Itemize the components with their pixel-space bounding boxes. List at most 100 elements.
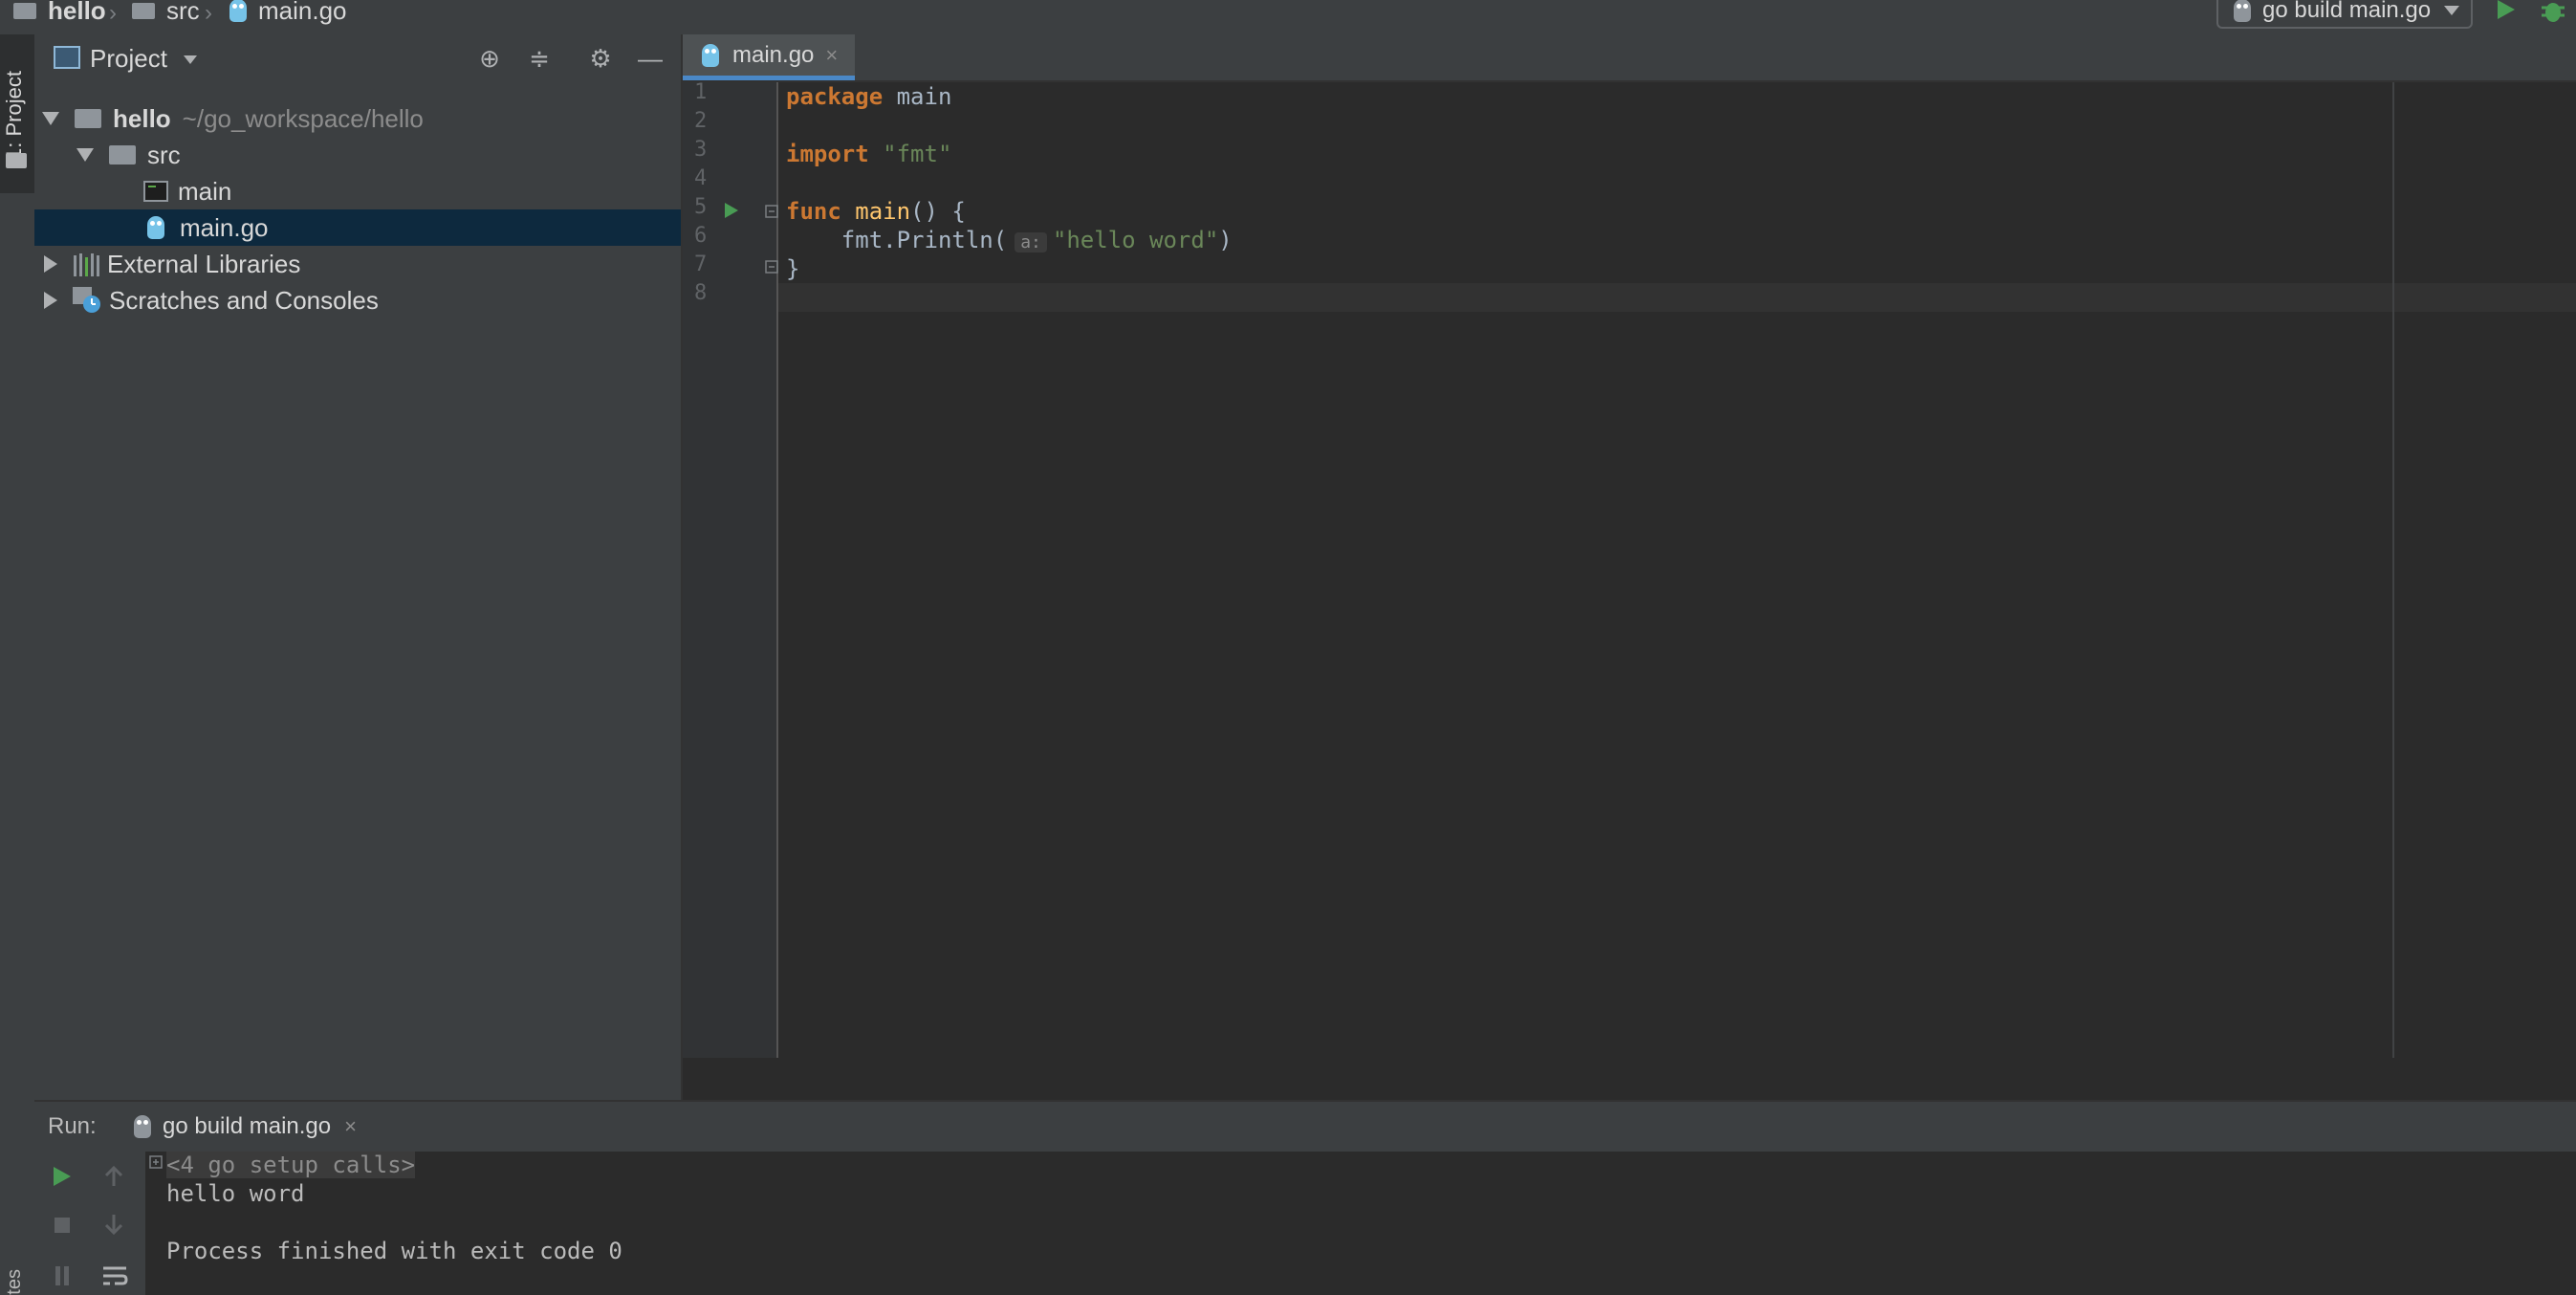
run-gutter-icon[interactable] xyxy=(723,201,740,220)
go-file-icon xyxy=(702,43,719,67)
collapse-triangle-icon[interactable] xyxy=(44,292,57,309)
line-number: 2 xyxy=(694,109,708,133)
libraries-icon xyxy=(74,253,99,276)
project-tool-window-tab[interactable]: 1: Project xyxy=(0,34,34,193)
expand-fold-icon[interactable] xyxy=(149,1155,163,1169)
tree-item-label: External Libraries xyxy=(107,249,301,278)
go-file-icon xyxy=(147,216,164,239)
bottom-stripe-tab[interactable]: tes xyxy=(0,1262,34,1295)
expand-triangle-icon[interactable] xyxy=(42,112,59,125)
bottom-stripe-tab-label: tes xyxy=(4,1269,25,1295)
executable-icon xyxy=(143,181,168,202)
navigation-bar: hello › src › main.go go build main.go xyxy=(0,0,2576,36)
go-file-icon xyxy=(229,0,247,22)
run-tab-label: go build main.go xyxy=(163,1113,332,1139)
breadcrumb-project-label: hello xyxy=(48,0,106,25)
breadcrumb-folder-label: src xyxy=(166,0,200,25)
code-string: "fmt" xyxy=(883,141,952,167)
line-number: 8 xyxy=(694,281,708,305)
line-number: 7 xyxy=(694,252,708,276)
left-tool-stripe xyxy=(0,34,36,1295)
project-view-icon xyxy=(54,46,80,69)
arrow-down-icon[interactable] xyxy=(103,1213,124,1236)
tab-main-go[interactable]: main.go × xyxy=(683,34,855,80)
code-string: "hello word" xyxy=(1052,227,1219,253)
console-exit-message: Process finished with exit code 0 xyxy=(166,1238,622,1264)
project-panel-header: Project ⊕ ≑ ⚙ — xyxy=(34,34,681,82)
collapse-all-icon[interactable]: ≑ xyxy=(526,45,553,72)
code-keyword: import xyxy=(786,141,869,167)
collapse-triangle-icon[interactable] xyxy=(44,255,57,273)
tree-item-scratches[interactable]: Scratches and Consoles xyxy=(34,282,681,318)
console-output-line: hello word xyxy=(166,1180,305,1207)
code-line: import "fmt" xyxy=(786,140,951,168)
folded-setup-calls[interactable]: <4 go setup calls> xyxy=(166,1152,416,1178)
editor-gutter: 1 2 3 4 5 6 7 8 xyxy=(683,80,778,1058)
scratches-icon xyxy=(73,287,100,313)
arrow-up-icon[interactable] xyxy=(103,1165,124,1188)
code-text: () { xyxy=(910,198,966,225)
code-text: } xyxy=(786,255,800,282)
breadcrumb-folder[interactable]: src xyxy=(132,0,200,25)
close-icon[interactable]: × xyxy=(344,1114,357,1139)
run-panel-label: Run: xyxy=(48,1113,97,1139)
run-panel-header: Run: go build main.go × xyxy=(34,1100,2576,1153)
tree-item-label: src xyxy=(147,140,181,169)
tree-item-main-go[interactable]: main.go xyxy=(34,209,681,246)
code-text: fmt.Println( xyxy=(786,227,1008,253)
code-line: package main xyxy=(786,82,951,111)
run-console[interactable]: <4 go setup calls> hello word Process fi… xyxy=(145,1152,2576,1295)
tree-item-external-libraries[interactable]: External Libraries xyxy=(34,246,681,282)
chevron-right-icon: › xyxy=(109,0,117,26)
folder-icon xyxy=(132,2,155,19)
line-number: 6 xyxy=(694,224,708,248)
fold-marker-icon[interactable] xyxy=(765,260,778,274)
gear-icon[interactable]: ⚙ xyxy=(587,45,614,72)
go-build-icon xyxy=(134,1115,151,1138)
run-tab-go-build[interactable]: go build main.go × xyxy=(134,1102,357,1152)
run-icon[interactable] xyxy=(2496,0,2517,21)
stop-icon[interactable] xyxy=(52,1215,73,1236)
tree-item-label: Scratches and Consoles xyxy=(109,285,379,315)
folder-icon xyxy=(13,2,36,19)
fold-marker-icon[interactable] xyxy=(765,205,778,218)
parameter-hint: a: xyxy=(1015,232,1047,252)
tree-item-hello[interactable]: hello ~/go_workspace/hello xyxy=(34,100,681,137)
chevron-down-icon[interactable] xyxy=(184,55,197,64)
code-text: main xyxy=(883,83,952,110)
close-icon[interactable]: × xyxy=(825,43,838,68)
chevron-right-icon: › xyxy=(205,0,212,26)
run-toolbar xyxy=(34,1152,145,1295)
debug-icon[interactable] xyxy=(2540,0,2566,23)
line-number: 4 xyxy=(694,166,708,190)
breadcrumb-file[interactable]: main.go xyxy=(229,0,347,25)
run-configuration-label: go build main.go xyxy=(2262,0,2432,23)
code-keyword: package xyxy=(786,83,884,110)
code-line: func main() { xyxy=(786,197,966,226)
tab-label: main.go xyxy=(732,41,815,68)
tree-item-label: main.go xyxy=(180,212,269,242)
folder-icon xyxy=(6,153,27,168)
tree-item-path: ~/go_workspace/hello xyxy=(182,103,424,133)
go-build-icon xyxy=(2234,0,2251,22)
pause-icon[interactable] xyxy=(52,1264,73,1287)
editor-tab-bar: main.go × xyxy=(683,34,2576,82)
caret-row-highlight xyxy=(778,283,2576,312)
hide-icon[interactable]: — xyxy=(637,45,664,72)
chevron-down-icon xyxy=(2444,6,2460,15)
breadcrumb-project[interactable]: hello xyxy=(13,0,106,25)
soft-wrap-icon[interactable] xyxy=(101,1264,128,1287)
expand-triangle-icon[interactable] xyxy=(76,148,94,162)
right-margin-guide xyxy=(2392,82,2394,1058)
line-number: 1 xyxy=(694,80,708,104)
tree-item-src[interactable]: src xyxy=(34,137,681,173)
tree-item-main[interactable]: main xyxy=(34,173,681,209)
line-number: 3 xyxy=(694,138,708,162)
code-line: fmt.Println(a: "hello word") xyxy=(786,226,1233,254)
project-panel: Project ⊕ ≑ ⚙ — hello ~/go_workspace/hel… xyxy=(34,34,683,1100)
run-configuration-selector[interactable]: go build main.go xyxy=(2216,0,2473,29)
rerun-icon[interactable] xyxy=(52,1165,73,1188)
locate-icon[interactable]: ⊕ xyxy=(476,45,503,72)
folder-icon xyxy=(109,145,136,165)
tree-item-label: hello xyxy=(113,103,171,133)
